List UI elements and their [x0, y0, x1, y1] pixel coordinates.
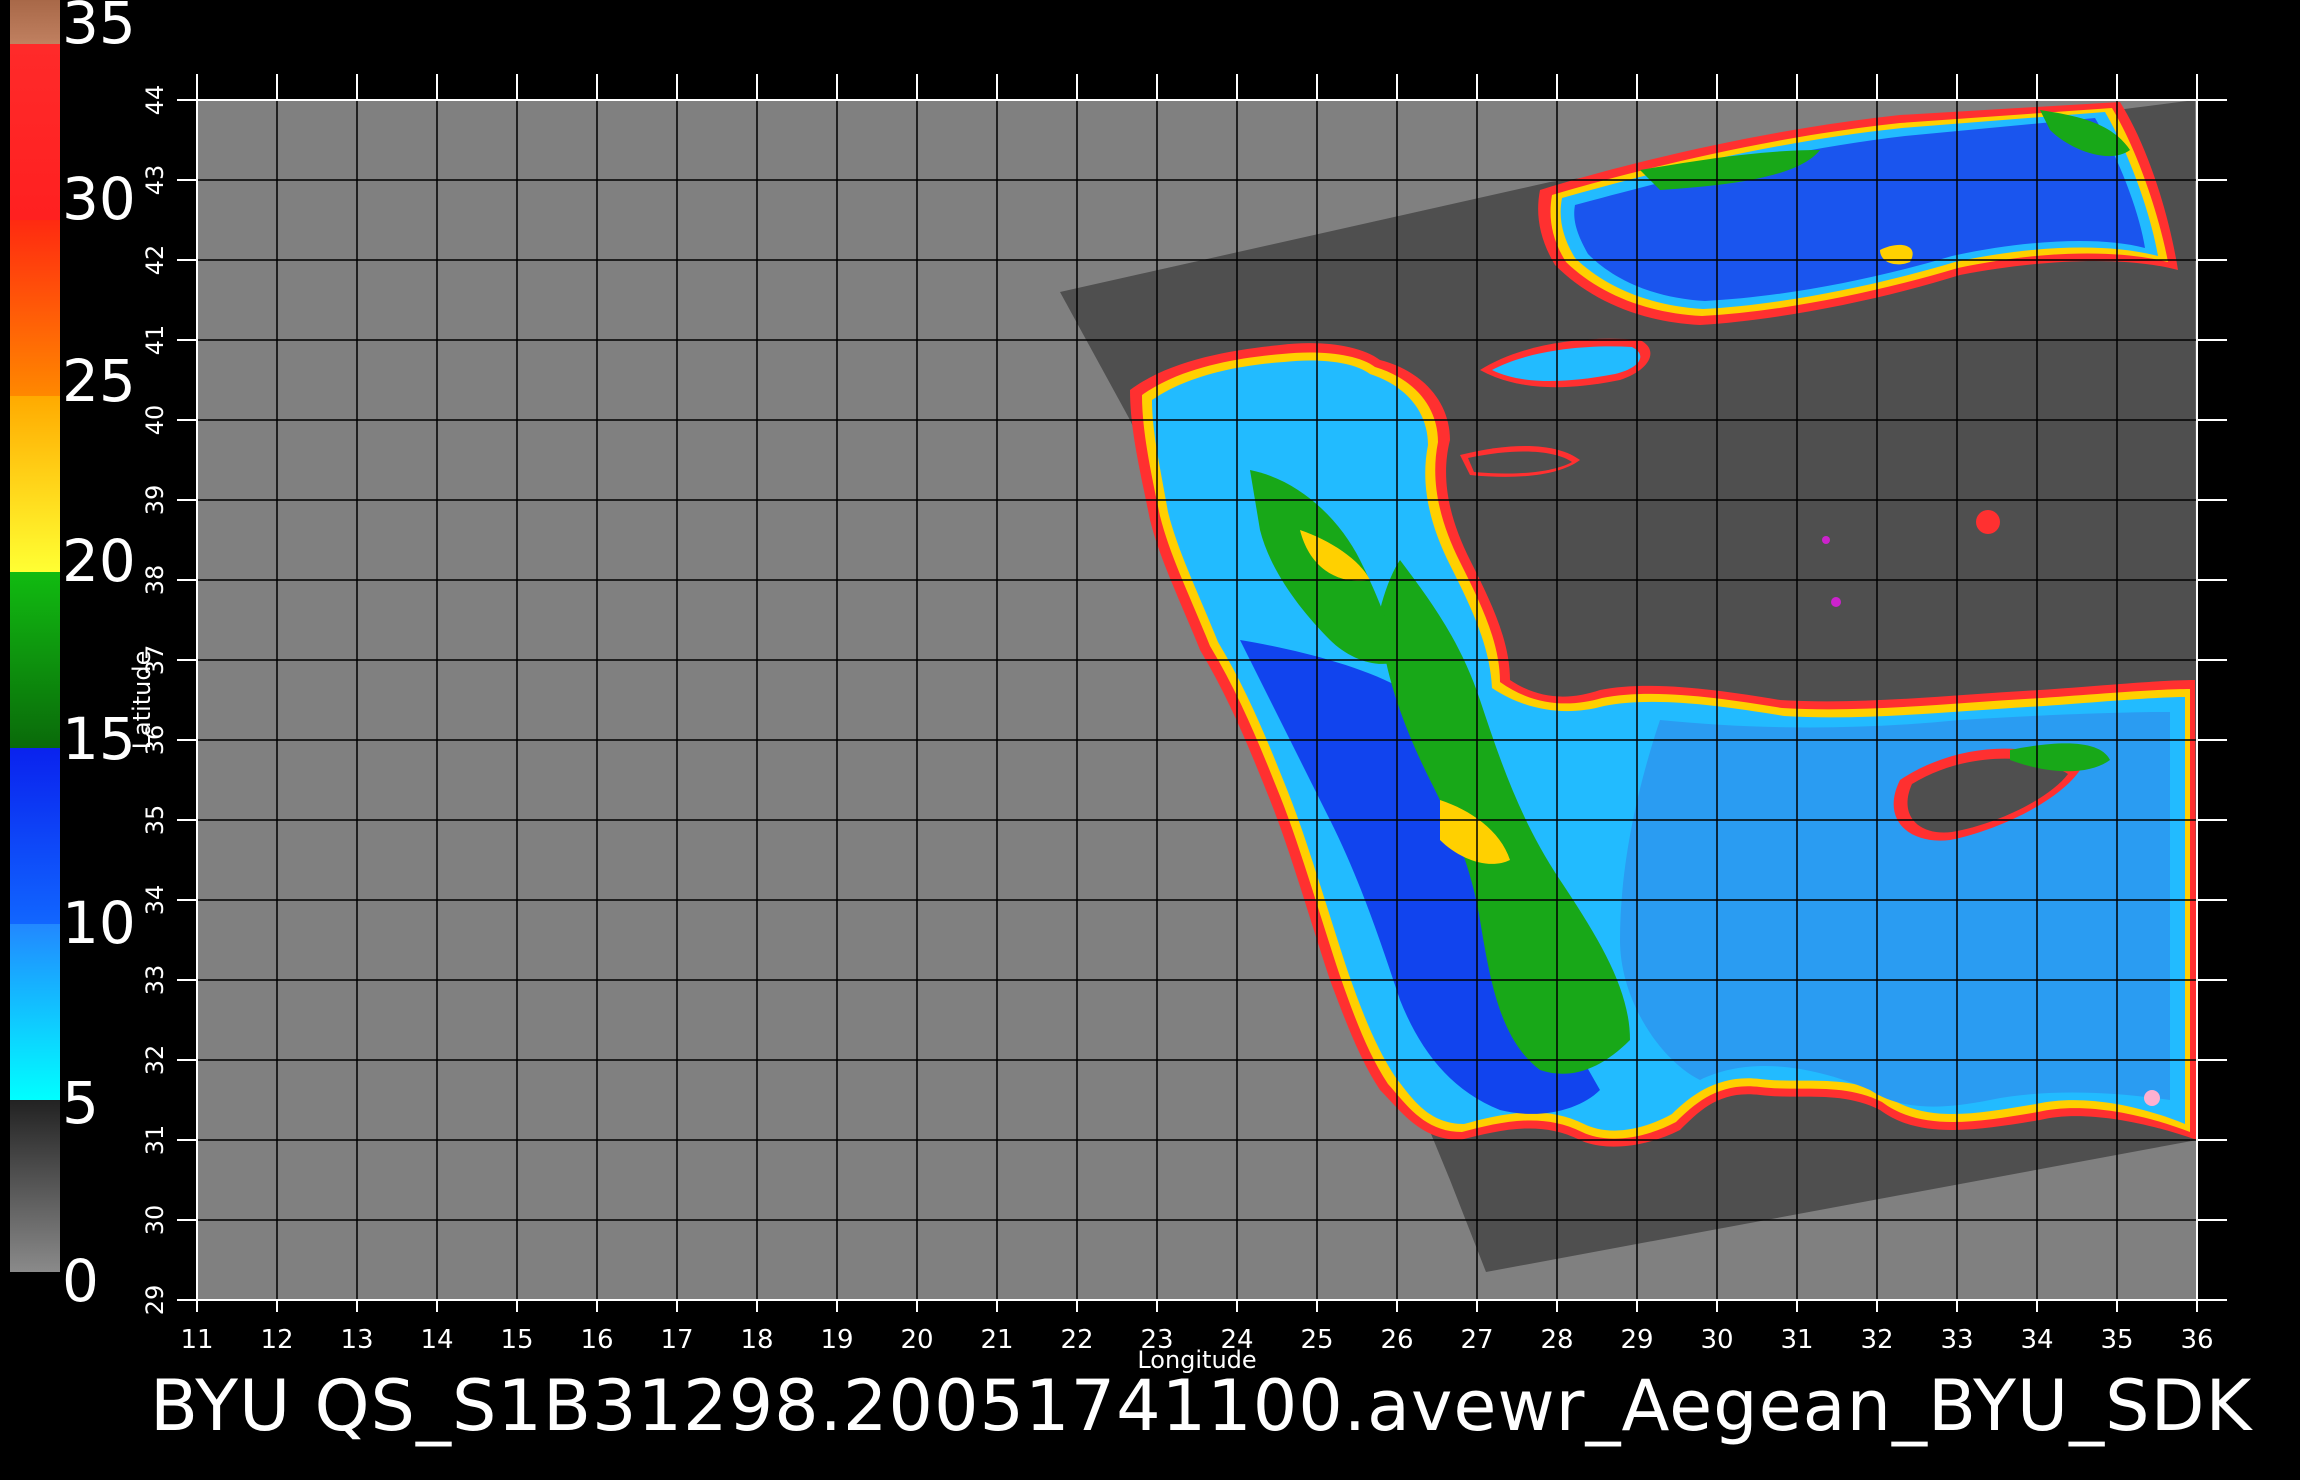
- x-tick-label: 25: [1300, 1325, 1333, 1355]
- colorbar-label: 30: [62, 165, 136, 233]
- x-tick-label: 28: [1540, 1325, 1573, 1355]
- colorbar: [10, 0, 60, 1272]
- x-tick-label: 17: [660, 1325, 693, 1355]
- x-tick-label: 11: [180, 1325, 213, 1355]
- x-tick-label: 19: [820, 1325, 853, 1355]
- colorbar-segment: [10, 748, 60, 924]
- colorbar-label: 0: [62, 1247, 99, 1315]
- y-tick-label: 44: [141, 85, 169, 116]
- colorbar-segment: [10, 572, 60, 748]
- small-patch: [2144, 1090, 2160, 1106]
- x-tick-label: 20: [900, 1325, 933, 1355]
- y-tick-label: 31: [141, 1125, 169, 1156]
- x-tick-label: 14: [420, 1325, 453, 1355]
- colorbar-segment: [10, 44, 60, 220]
- colorbar-label: 10: [62, 889, 136, 957]
- y-tick-label: 39: [141, 485, 169, 516]
- small-patch: [1822, 536, 1830, 544]
- x-tick-label: 30: [1700, 1325, 1733, 1355]
- small-patch: [1831, 597, 1841, 607]
- y-tick-label: 35: [141, 805, 169, 836]
- x-tick-label: 29: [1620, 1325, 1653, 1355]
- x-tick-label: 34: [2020, 1325, 2053, 1355]
- y-tick-label: 40: [141, 405, 169, 436]
- colorbar-label: 20: [62, 527, 136, 595]
- colorbar-segment: [10, 924, 60, 1100]
- x-tick-label: 33: [1940, 1325, 1973, 1355]
- x-tick-label: 32: [1860, 1325, 1893, 1355]
- x-tick-label: 31: [1780, 1325, 1813, 1355]
- colorbar-label: 5: [62, 1069, 99, 1137]
- x-tick-label: 21: [980, 1325, 1013, 1355]
- y-tick-label: 33: [141, 965, 169, 996]
- y-tick-label: 30: [141, 1205, 169, 1236]
- y-tick-label: 43: [141, 165, 169, 196]
- x-tick-label: 12: [260, 1325, 293, 1355]
- map-svg: 11 12 13 14 15 16 17 18 19 20 21 22 23 24 25 26 27 28 29 30…: [128, 74, 2227, 1374]
- colorbar-segment: [10, 396, 60, 572]
- colorbar-segment: [10, 0, 60, 44]
- y-tick-label: 42: [141, 245, 169, 276]
- y-tick-label: 29: [141, 1285, 169, 1316]
- x-tick-label: 15: [500, 1325, 533, 1355]
- x-tick-label: 22: [1060, 1325, 1093, 1355]
- x-tick-label: 36: [2180, 1325, 2213, 1355]
- x-tick-label: 26: [1380, 1325, 1413, 1355]
- x-tick-label: 27: [1460, 1325, 1493, 1355]
- footer-title: BYU QS_S1B31298.20051741100.avewr_Aegean…: [150, 1365, 2253, 1447]
- colorbar-label: 35: [62, 0, 136, 57]
- x-tick-label: 13: [340, 1325, 373, 1355]
- y-tick-label: 38: [141, 565, 169, 596]
- colorbar-segment: [10, 1100, 60, 1272]
- x-tick-label: 18: [740, 1325, 773, 1355]
- x-tick-label: 35: [2100, 1325, 2133, 1355]
- map-figure: 11 12 13 14 15 16 17 18 19 20 21 22 23 24 25 26 27 28 29 30…: [0, 0, 2300, 1480]
- small-patch: [1976, 510, 2000, 534]
- colorbar-segment: [10, 220, 60, 396]
- colorbar-label: 25: [62, 347, 136, 415]
- y-tick-label: 32: [141, 1045, 169, 1076]
- y-tick-label: 34: [141, 885, 169, 916]
- x-tick-label: 16: [580, 1325, 613, 1355]
- y-tick-label: 41: [141, 325, 169, 356]
- colorbar-label: 15: [62, 705, 136, 773]
